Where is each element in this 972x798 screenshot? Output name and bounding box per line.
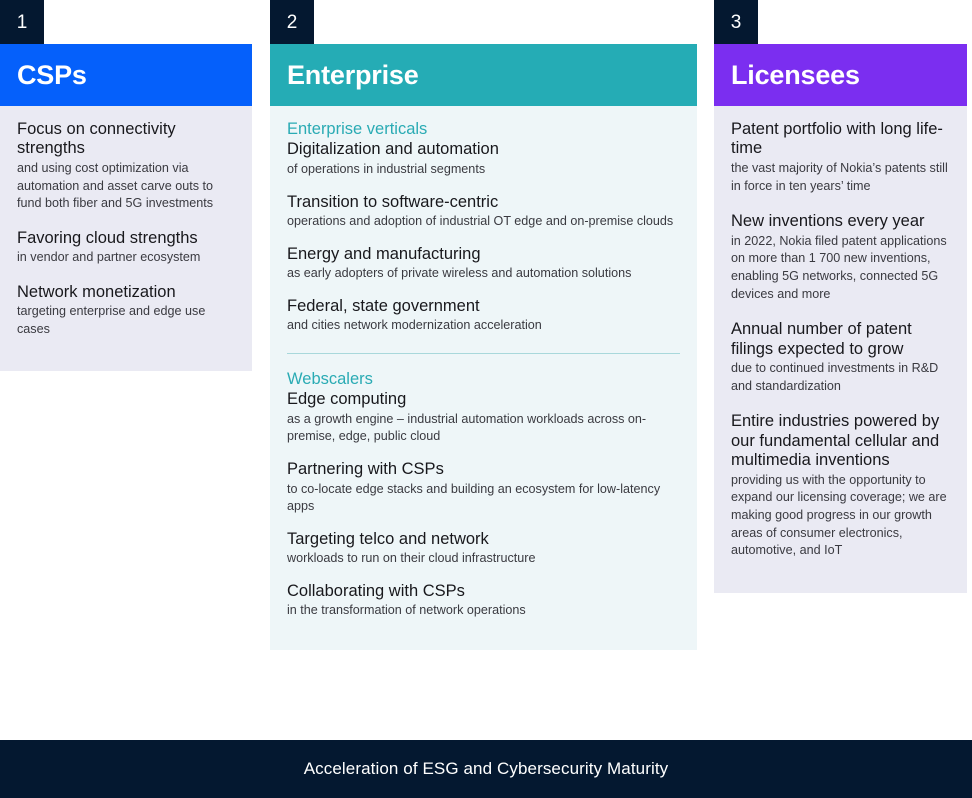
section-label-enterprise-verticals: Enterprise verticals bbox=[287, 120, 428, 138]
column-number-badge-1: 1 bbox=[0, 0, 44, 44]
block-energy-and-manufacturing: Energy and manufacturing as early adopte… bbox=[287, 245, 680, 283]
block-patent-portfolio: Patent portfolio with long life-time the… bbox=[731, 120, 950, 195]
block-lead: Favoring cloud strengths bbox=[17, 228, 198, 247]
block-lead: Focus on connectivity strengths bbox=[17, 120, 176, 158]
block-lead: New inventions every year bbox=[731, 212, 925, 231]
column-title-csps: CSPs bbox=[17, 59, 87, 90]
column-enterprise: 2 Enterprise Enterprise verticals Digita… bbox=[270, 0, 697, 650]
block-lead: Collaborating with CSPs bbox=[287, 581, 465, 600]
block-sub: operations and adoption of industrial OT… bbox=[287, 214, 674, 229]
column-header-csps: CSPs bbox=[0, 44, 252, 106]
section-divider bbox=[287, 352, 680, 354]
block-favoring-cloud-strengths: Favoring cloud strengths in vendor and p… bbox=[17, 229, 235, 267]
block-lead: Transition to software-centric bbox=[287, 192, 499, 211]
three-column-board: 1 CSPs Focus on connectivity strengths a… bbox=[0, 0, 972, 798]
block-annual-patent-filings: Annual number of patent filings expected… bbox=[731, 320, 950, 395]
column-header-licensees: Licensees bbox=[714, 44, 967, 106]
block-digitalization-and-automation: Digitalization and automation of operati… bbox=[287, 140, 680, 178]
block-sub: of operations in industrial segments bbox=[287, 161, 486, 176]
block-lead: Edge computing bbox=[287, 390, 407, 409]
block-lead: Targeting telco and network bbox=[287, 529, 489, 548]
column-number-badge-2: 2 bbox=[270, 0, 314, 44]
block-sub: as early adopters of private wireless an… bbox=[287, 266, 632, 281]
block-lead: Digitalization and automation bbox=[287, 140, 499, 159]
column-body-enterprise: Enterprise verticals Digitalization and … bbox=[270, 106, 697, 650]
block-sub: and using cost optimization via automati… bbox=[17, 160, 214, 211]
block-transition-to-software-centric: Transition to software-centric operation… bbox=[287, 193, 680, 231]
block-lead: Patent portfolio with long life-time bbox=[731, 120, 943, 158]
block-lead: Partnering with CSPs bbox=[287, 460, 444, 479]
block-sub: to co-locate edge stacks and building an… bbox=[287, 481, 661, 514]
bottom-banner-text: Acceleration of ESG and Cybersecurity Ma… bbox=[303, 759, 669, 778]
column-number-badge-3: 3 bbox=[714, 0, 758, 44]
block-lead: Energy and manufacturing bbox=[287, 244, 481, 263]
column-title-enterprise: Enterprise bbox=[287, 59, 419, 90]
section-label-webscalers: Webscalers bbox=[287, 369, 373, 388]
column-title-licensees: Licensees bbox=[731, 59, 860, 90]
bottom-banner: Acceleration of ESG and Cybersecurity Ma… bbox=[0, 740, 972, 798]
block-partnering-with-csps: Partnering with CSPs to co-locate edge s… bbox=[287, 460, 680, 516]
block-sub: providing us with the opportunity to exp… bbox=[731, 472, 947, 558]
block-federal-state-government: Federal, state government and cities net… bbox=[287, 297, 680, 335]
block-sub: as a growth engine – industrial automati… bbox=[287, 411, 647, 444]
block-collaborating-with-csps: Collaborating with CSPs in the transform… bbox=[287, 582, 680, 620]
column-licensees: 3 Licensees Patent portfolio with long l… bbox=[714, 0, 967, 593]
block-lead: Annual number of patent filings expected… bbox=[731, 320, 912, 358]
block-sub: targeting enterprise and edge use cases bbox=[17, 304, 206, 336]
block-sub: in the transformation of network operati… bbox=[287, 603, 526, 618]
tab-row-enterprise: 2 bbox=[270, 0, 697, 44]
block-sub: in 2022, Nokia filed patent applications… bbox=[731, 233, 947, 301]
tab-row-csps: 1 bbox=[0, 0, 252, 44]
column-header-enterprise: Enterprise bbox=[270, 44, 697, 106]
tab-row-licensees: 3 bbox=[714, 0, 967, 44]
block-targeting-telco-and-network: Targeting telco and network workloads to… bbox=[287, 530, 680, 568]
block-entire-industries-powered: Entire industries powered by our fundame… bbox=[731, 412, 950, 560]
column-csps: 1 CSPs Focus on connectivity strengths a… bbox=[0, 0, 252, 371]
block-sub: due to continued investments in R&D and … bbox=[731, 361, 939, 393]
block-lead: Network monetization bbox=[17, 282, 176, 301]
block-new-inventions-every-year: New inventions every year in 2022, Nokia… bbox=[731, 212, 950, 303]
block-sub: workloads to run on their cloud infrastr… bbox=[287, 551, 536, 566]
block-lead: Federal, state government bbox=[287, 296, 480, 315]
block-edge-computing: Edge computing as a growth engine – indu… bbox=[287, 390, 680, 446]
block-lead: Entire industries powered by our fundame… bbox=[731, 412, 940, 470]
block-sub: in vendor and partner ecosystem bbox=[17, 250, 201, 265]
block-sub: and cities network modernization acceler… bbox=[287, 318, 542, 333]
block-sub: the vast majority of Nokia’s patents sti… bbox=[731, 160, 948, 193]
column-body-csps: Focus on connectivity strengths and usin… bbox=[0, 106, 252, 371]
block-focus-on-connectivity: Focus on connectivity strengths and usin… bbox=[17, 120, 235, 213]
block-network-monetization: Network monetization targeting enterpris… bbox=[17, 283, 235, 339]
column-body-licensees: Patent portfolio with long life-time the… bbox=[714, 106, 967, 593]
